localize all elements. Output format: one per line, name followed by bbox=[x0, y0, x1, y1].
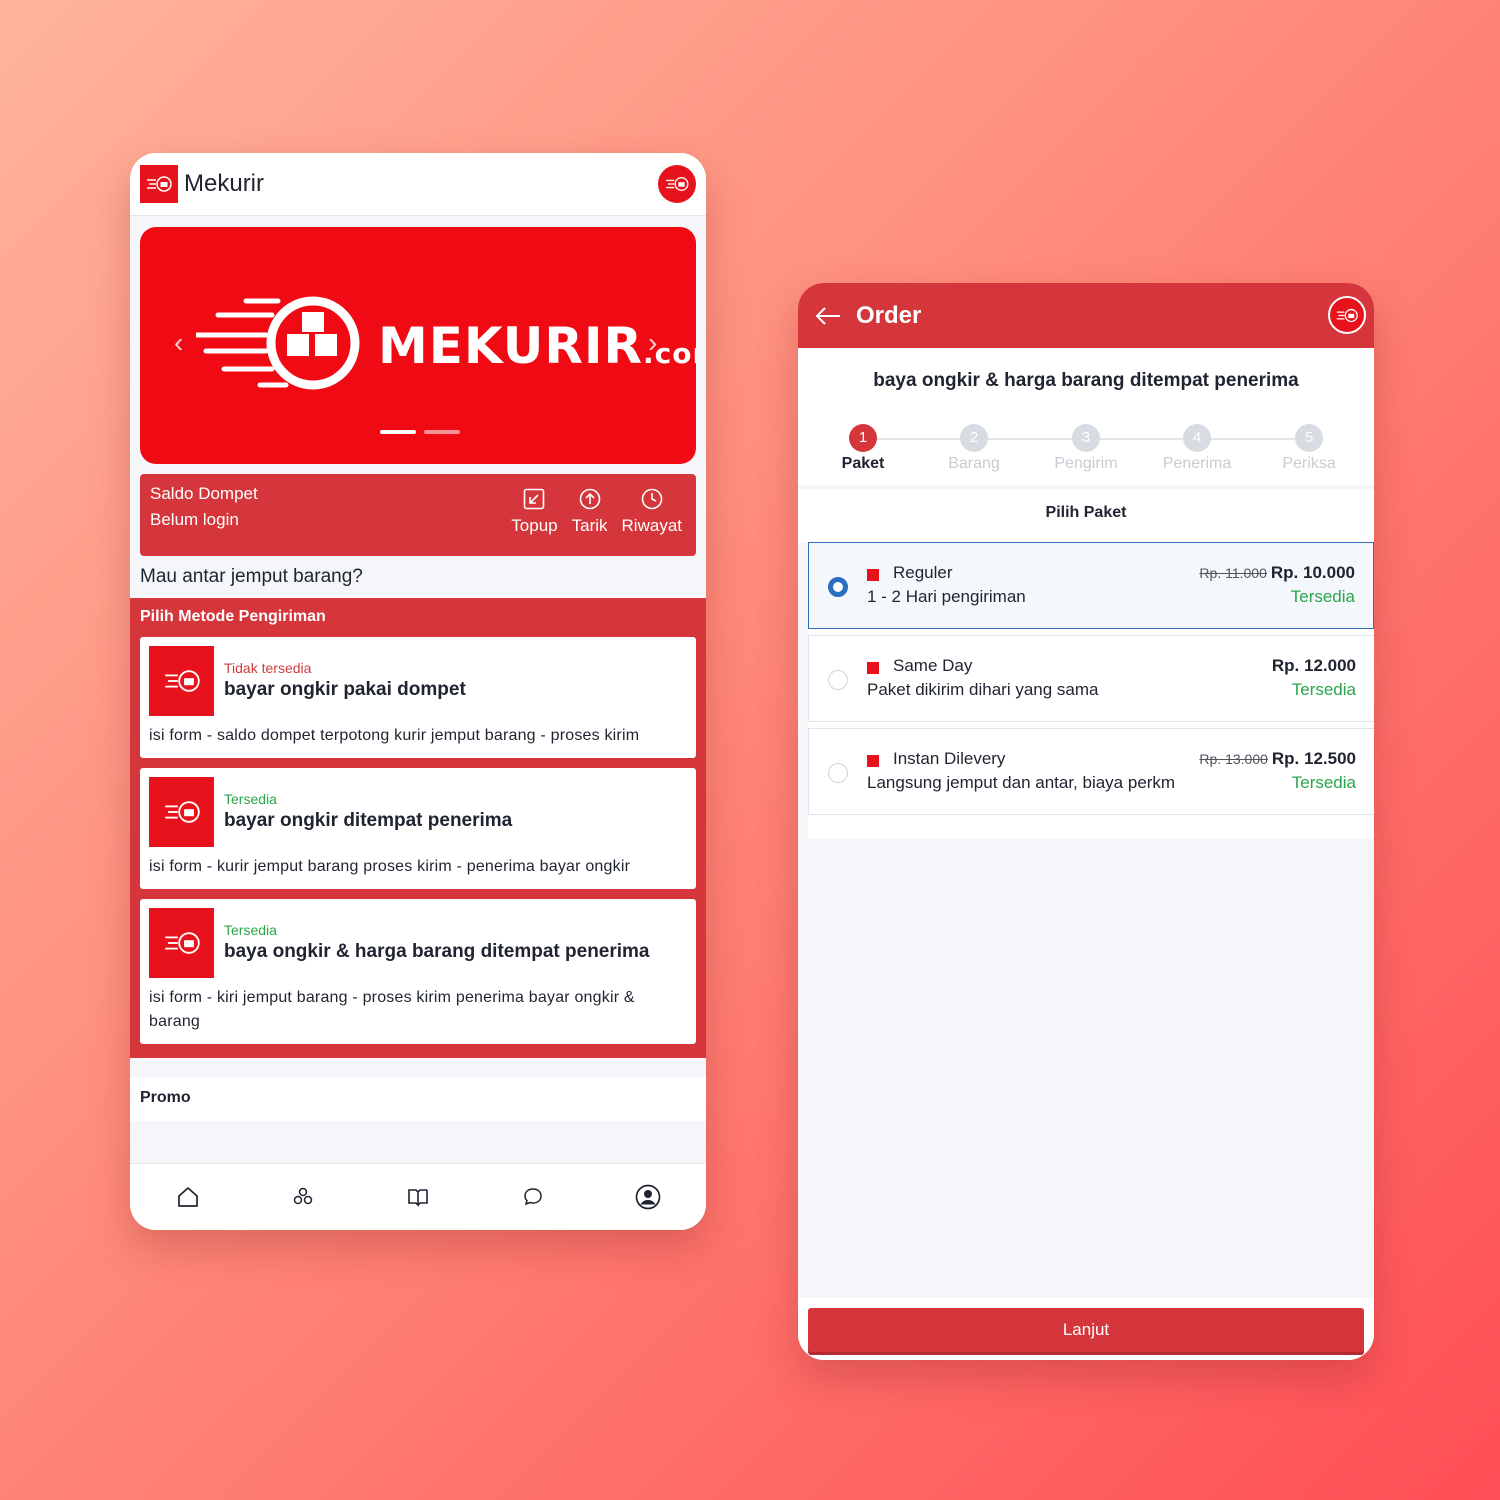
courier-logo-icon bbox=[196, 296, 360, 390]
package-description: Langsung jemput dan antar, biaya perkm bbox=[867, 773, 1176, 792]
profile-avatar[interactable] bbox=[658, 165, 696, 203]
step-paket[interactable]: 1 Paket bbox=[808, 424, 918, 473]
section-title: Pilih Paket bbox=[798, 489, 1374, 543]
step-periksa[interactable]: 5 Periksa bbox=[1254, 424, 1364, 473]
order-screen: Order baya ongkir & harga barang ditempa… bbox=[798, 283, 1374, 1360]
shipping-method-card[interactable]: Tersedia bayar ongkir ditempat penerima … bbox=[140, 768, 696, 889]
package-list: Reguler 1 - 2 Hari pengiriman Rp. 11.000… bbox=[808, 542, 1374, 839]
topup-button[interactable]: Topup bbox=[511, 488, 558, 536]
method-description: isi form - saldo dompet terpotong kurir … bbox=[149, 727, 640, 744]
withdraw-button[interactable]: Tarik bbox=[572, 488, 608, 536]
carousel-next-icon[interactable]: › bbox=[648, 327, 657, 359]
mekurir-logo-icon bbox=[149, 908, 214, 978]
carousel-dot[interactable] bbox=[380, 430, 416, 434]
chat-icon bbox=[524, 1188, 542, 1206]
withdraw-icon bbox=[579, 488, 600, 510]
method-name: bayar ongkir ditempat penerima bbox=[224, 810, 513, 831]
package-option-reguler[interactable]: Reguler 1 - 2 Hari pengiriman Rp. 11.000… bbox=[808, 542, 1374, 629]
method-status: Tersedia bbox=[224, 791, 277, 807]
package-name: Same Day bbox=[893, 656, 973, 675]
history-button[interactable]: Riwayat bbox=[622, 488, 682, 536]
package-option-instan[interactable]: Instan Dilevery Langsung jemput dan anta… bbox=[808, 728, 1374, 815]
app-header: Mekurir bbox=[130, 153, 706, 216]
modules-icon bbox=[293, 1187, 313, 1205]
history-icon bbox=[641, 488, 663, 510]
carousel-indicators bbox=[380, 430, 460, 434]
method-status: Tidak tersedia bbox=[224, 660, 312, 676]
app-logo bbox=[140, 165, 178, 203]
package-availability: Tersedia bbox=[1291, 680, 1356, 699]
package-icon bbox=[867, 755, 879, 767]
method-description: isi form - kiri jemput barang - proses k… bbox=[149, 989, 635, 1030]
method-description: isi form - kurir jemput barang proses ki… bbox=[149, 858, 631, 875]
order-method-heading: baya ongkir & harga barang ditempat pene… bbox=[873, 370, 1299, 391]
package-icon bbox=[867, 569, 879, 581]
mekurir-logo-icon bbox=[149, 646, 214, 716]
package-icon bbox=[867, 662, 879, 674]
package-name: Instan Dilevery bbox=[893, 749, 1006, 768]
nav-modules[interactable] bbox=[283, 1177, 323, 1217]
nav-home[interactable] bbox=[168, 1177, 208, 1217]
carousel-dot[interactable] bbox=[424, 430, 460, 434]
package-old-price: Rp. 13.000 bbox=[1199, 751, 1268, 767]
section-question: Mau antar jemput barang? bbox=[140, 566, 363, 587]
page-title: Order bbox=[856, 301, 922, 329]
radio-button[interactable] bbox=[828, 577, 848, 597]
home-screen: Mekurir ‹ MEKURIR.com › bbox=[130, 153, 706, 1230]
shipping-method-card[interactable]: Tidak tersedia bayar ongkir pakai dompet… bbox=[140, 637, 696, 758]
order-stepper: 1 Paket 2 Barang 3 Pengirim 4 Penerima 5… bbox=[808, 424, 1364, 479]
nav-chat[interactable] bbox=[513, 1177, 553, 1217]
app-title: Mekurir bbox=[184, 170, 265, 197]
radio-button[interactable] bbox=[828, 763, 848, 783]
package-name: Reguler bbox=[893, 563, 953, 582]
profile-icon bbox=[635, 1184, 661, 1210]
step-pengirim[interactable]: 3 Pengirim bbox=[1031, 424, 1141, 473]
home-icon bbox=[177, 1187, 198, 1207]
order-footer: Lanjut bbox=[798, 1298, 1374, 1360]
package-price: Rp. 11.000 Rp. 10.000 bbox=[1199, 563, 1355, 582]
shipping-method-section: Pilih Metode Pengiriman Tidak tersedia b… bbox=[130, 598, 706, 1058]
shipping-method-title: Pilih Metode Pengiriman bbox=[140, 608, 326, 625]
package-option-same-day[interactable]: Same Day Paket dikirim dihari yang sama … bbox=[808, 635, 1374, 722]
package-price: Rp. 13.000 Rp. 12.500 bbox=[1199, 749, 1356, 768]
nav-profile[interactable] bbox=[628, 1177, 668, 1217]
book-icon bbox=[408, 1189, 428, 1207]
package-description: Paket dikirim dihari yang sama bbox=[867, 680, 1099, 699]
bottom-navigation bbox=[130, 1163, 706, 1230]
carousel-prev-icon[interactable]: ‹ bbox=[174, 327, 183, 359]
order-summary: baya ongkir & harga barang ditempat pene… bbox=[798, 348, 1374, 485]
package-availability: Tersedia bbox=[1291, 773, 1356, 792]
topup-icon bbox=[524, 488, 545, 510]
wallet-card: Saldo Dompet Belum login Topup Tarik Riw… bbox=[140, 474, 696, 556]
promo-section-title: Promo bbox=[130, 1077, 706, 1121]
mekurir-logo-icon bbox=[149, 777, 214, 847]
step-barang[interactable]: 2 Barang bbox=[919, 424, 1029, 473]
shipping-method-card[interactable]: Tersedia baya ongkir & harga barang dite… bbox=[140, 899, 696, 1044]
method-name: bayar ongkir pakai dompet bbox=[224, 679, 466, 700]
radio-button[interactable] bbox=[828, 670, 848, 690]
promo-banner-carousel[interactable]: ‹ MEKURIR.com › bbox=[140, 227, 696, 464]
next-button[interactable]: Lanjut bbox=[808, 1308, 1364, 1352]
package-availability: Tersedia bbox=[1290, 587, 1355, 606]
order-header: Order bbox=[798, 283, 1374, 348]
package-old-price: Rp. 11.000 bbox=[1199, 565, 1267, 581]
profile-avatar[interactable] bbox=[1328, 296, 1366, 334]
step-penerima[interactable]: 4 Penerima bbox=[1142, 424, 1252, 473]
package-description: 1 - 2 Hari pengiriman bbox=[867, 587, 1026, 606]
back-arrow-icon[interactable] bbox=[814, 306, 842, 326]
nav-book[interactable] bbox=[398, 1177, 438, 1217]
method-name: baya ongkir & harga barang ditempat pene… bbox=[224, 941, 650, 962]
package-price: Rp. 12.000 bbox=[1271, 656, 1356, 675]
method-status: Tersedia bbox=[224, 922, 277, 938]
